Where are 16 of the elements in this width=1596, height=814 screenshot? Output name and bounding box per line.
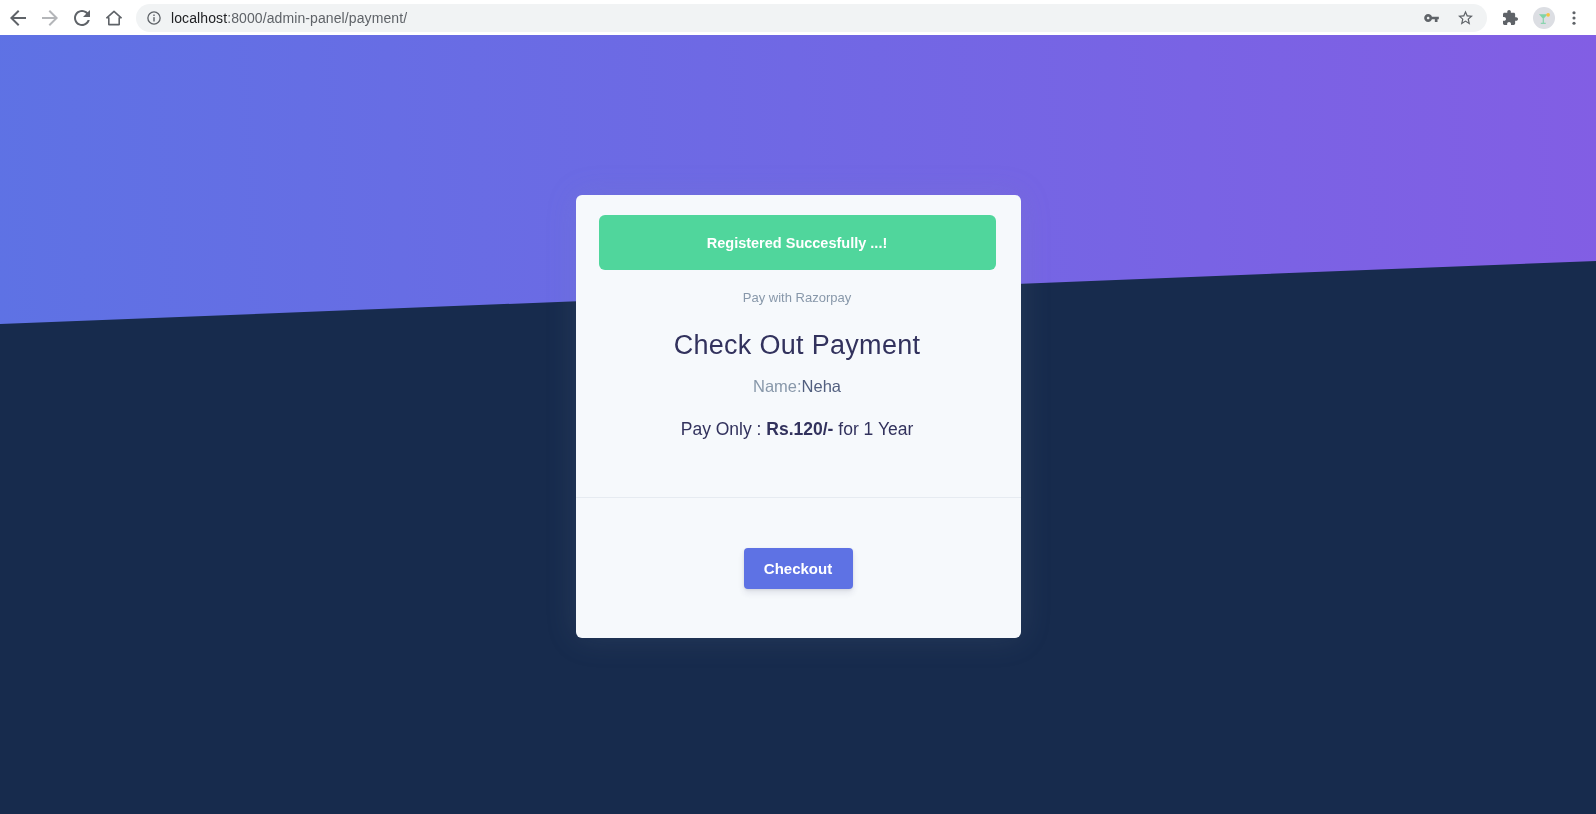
home-icon[interactable] (106, 9, 122, 26)
menu-icon[interactable] (1572, 10, 1576, 25)
info-icon[interactable] (147, 10, 161, 25)
reload-icon[interactable] (74, 9, 90, 26)
price-text: Pay Only : Rs.120/- for 1 Year (680, 418, 914, 441)
success-alert: Registered Succesfully ...! (598, 215, 996, 270)
back-arrow-icon[interactable] (10, 9, 26, 26)
checkout-button[interactable]: Checkout (743, 548, 853, 589)
key-icon[interactable] (1424, 13, 1439, 22)
name-label: Name: (752, 376, 802, 397)
card-title: Check Out Payment (673, 329, 921, 362)
address-bar[interactable]: localhost:8000/admin-panel/payment/ (136, 3, 1487, 32)
card-subtitle: Pay with Razorpay (742, 289, 852, 307)
name-value: Neha (801, 376, 842, 397)
star-icon[interactable] (1458, 10, 1473, 25)
puzzle-icon[interactable] (1503, 10, 1518, 25)
